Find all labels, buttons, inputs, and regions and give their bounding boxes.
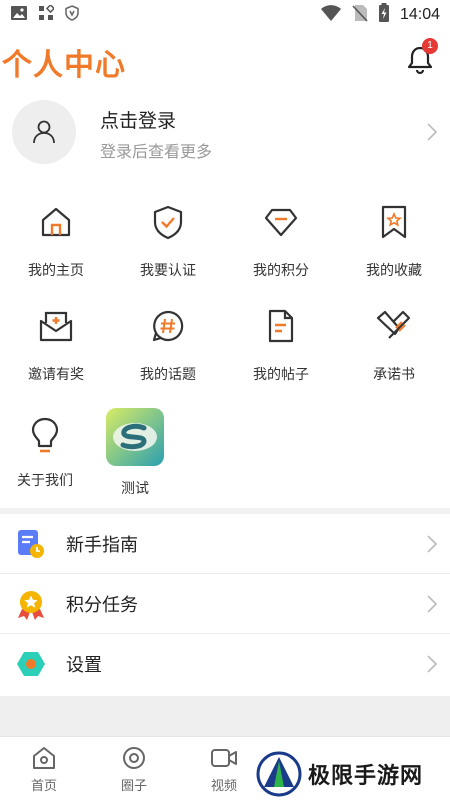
list-item-points-tasks[interactable]: 积分任务 bbox=[0, 574, 450, 634]
grid-item-label: 我的帖子 bbox=[253, 367, 309, 383]
grid-item-certification[interactable]: 我要认证 bbox=[112, 194, 224, 290]
bottom-spacer bbox=[0, 696, 450, 736]
settings-hexagon-icon bbox=[16, 649, 46, 679]
grid-row: 邀请有奖 我的话题 我的帖子 承诺书 bbox=[0, 298, 450, 394]
profile-page: 14:04 个人中心 1 点击登录 登录后查看更多 我的主页 我要认证 我的积分… bbox=[0, 0, 450, 800]
tab-label: 圈子 bbox=[120, 779, 147, 794]
site-watermark: 极限手游网 bbox=[256, 748, 450, 800]
grid-item-favorites[interactable]: 我的收藏 bbox=[338, 194, 450, 290]
image-icon bbox=[10, 5, 28, 25]
list-item-label: 设置 bbox=[66, 655, 102, 676]
diamond-icon bbox=[261, 202, 301, 242]
status-bar: 14:04 bbox=[0, 0, 450, 30]
user-icon bbox=[33, 120, 55, 144]
avatar[interactable] bbox=[12, 100, 76, 164]
page-title: 个人中心 bbox=[2, 48, 126, 83]
chevron-right-icon bbox=[426, 534, 438, 558]
wifi-icon bbox=[320, 4, 342, 26]
tab-video[interactable]: 视频 bbox=[194, 745, 254, 794]
shield-status-icon bbox=[64, 5, 80, 25]
document-icon bbox=[261, 306, 301, 346]
no-sim-icon bbox=[352, 4, 368, 26]
chevron-right-icon bbox=[426, 122, 438, 146]
tab-circle[interactable]: 圈子 bbox=[104, 745, 164, 794]
notification-badge: 1 bbox=[422, 38, 438, 54]
grid-item-invite[interactable]: 邀请有奖 bbox=[0, 298, 112, 394]
grid-item-label: 我要认证 bbox=[140, 263, 196, 279]
battery-charging-icon bbox=[378, 3, 390, 27]
menu-list: 新手指南 积分任务 设置 bbox=[0, 514, 450, 694]
watermark-logo-icon bbox=[256, 751, 302, 797]
watermark-text: 极限手游网 bbox=[308, 763, 424, 789]
grid-item-topics[interactable]: 我的话题 bbox=[112, 298, 224, 394]
lightbulb-icon bbox=[25, 416, 65, 456]
grid-item-my-homepage[interactable]: 我的主页 bbox=[0, 194, 112, 290]
notification-button[interactable]: 1 bbox=[406, 38, 438, 75]
grid-item-points[interactable]: 我的积分 bbox=[225, 194, 337, 290]
grid-item-commitment[interactable]: 承诺书 bbox=[338, 298, 450, 394]
chevron-right-icon bbox=[426, 594, 438, 618]
circle-tab-icon bbox=[123, 747, 145, 769]
tab-home[interactable]: 首页 bbox=[14, 745, 74, 794]
grid-item-label: 承诺书 bbox=[373, 367, 415, 383]
guide-icon bbox=[16, 529, 46, 559]
grid-item-posts[interactable]: 我的帖子 bbox=[225, 298, 337, 394]
list-item-beginner-guide[interactable]: 新手指南 bbox=[0, 514, 450, 574]
grid-row: 关于我们 测试 bbox=[0, 408, 450, 504]
grid-item-label: 测试 bbox=[121, 481, 149, 497]
grid-item-label: 我的收藏 bbox=[366, 263, 422, 279]
login-card[interactable]: 点击登录 登录后查看更多 bbox=[0, 94, 450, 174]
grid-item-label: 关于我们 bbox=[17, 473, 73, 489]
handshake-icon bbox=[374, 306, 414, 346]
tab-label: 视频 bbox=[210, 779, 237, 794]
medal-icon bbox=[16, 589, 46, 620]
grid-apps-icon bbox=[38, 3, 56, 25]
grid-row: 我的主页 我要认证 我的积分 我的收藏 bbox=[0, 194, 450, 290]
login-subtitle: 登录后查看更多 bbox=[100, 142, 213, 161]
chevron-right-icon bbox=[426, 654, 438, 678]
list-item-label: 新手指南 bbox=[66, 535, 138, 556]
grid-item-label: 我的主页 bbox=[28, 263, 84, 279]
tab-label: 首页 bbox=[30, 779, 57, 794]
shield-check-icon bbox=[148, 202, 188, 242]
grid-item-test[interactable]: 测试 bbox=[79, 408, 191, 504]
app-logo-icon bbox=[106, 408, 164, 466]
bookmark-star-icon bbox=[374, 202, 414, 242]
grid-item-label: 我的积分 bbox=[253, 263, 309, 279]
status-time: 14:04 bbox=[399, 6, 440, 23]
video-tab-icon bbox=[211, 749, 237, 767]
grid-item-label: 我的话题 bbox=[140, 367, 196, 383]
grid-item-label: 邀请有奖 bbox=[28, 367, 84, 383]
list-item-label: 积分任务 bbox=[66, 595, 138, 616]
app-header: 个人中心 1 bbox=[0, 34, 450, 86]
envelope-invite-icon bbox=[36, 306, 76, 346]
home-tab-icon bbox=[33, 747, 55, 769]
login-title[interactable]: 点击登录 bbox=[100, 106, 176, 133]
hashtag-icon bbox=[148, 306, 188, 346]
home-icon bbox=[36, 202, 76, 242]
list-item-settings[interactable]: 设置 bbox=[0, 634, 450, 694]
